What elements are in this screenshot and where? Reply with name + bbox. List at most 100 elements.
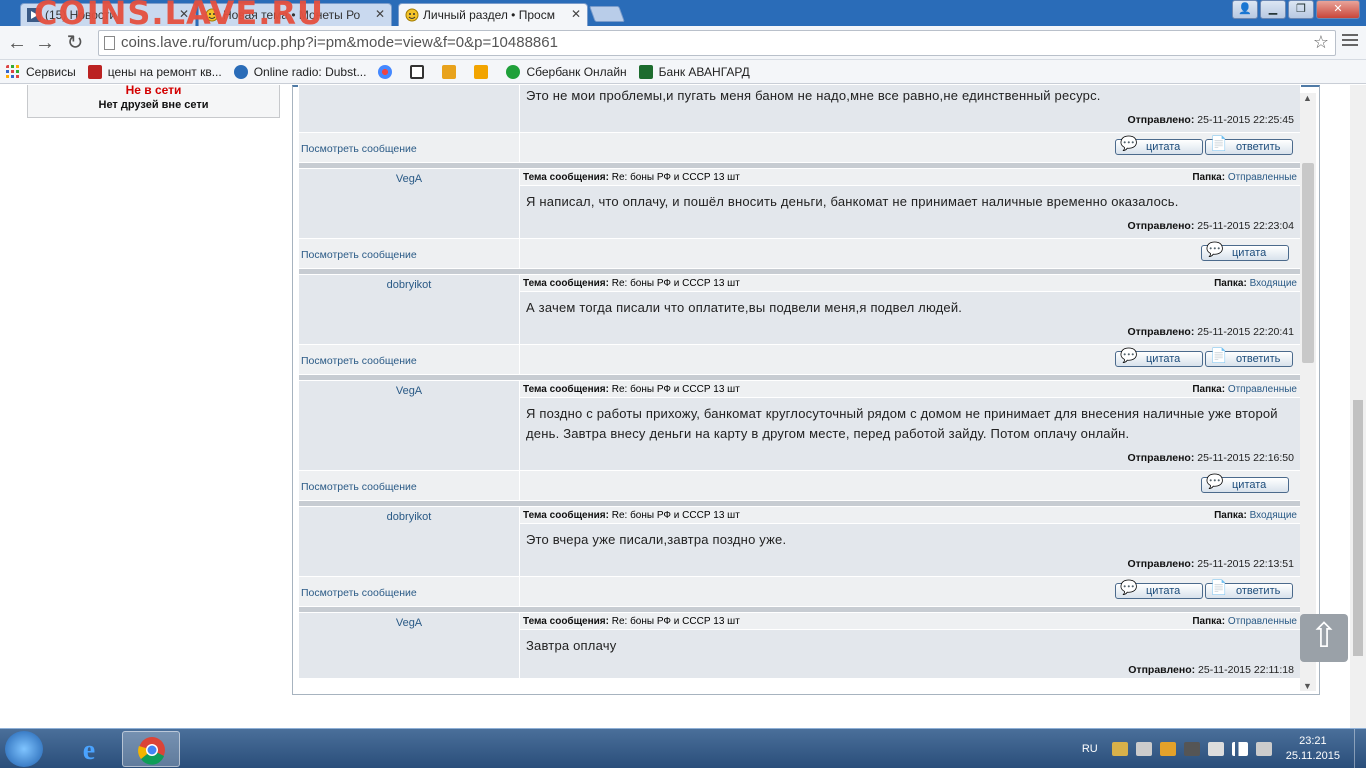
message-author-cell: dobryikot xyxy=(298,274,520,345)
show-desktop-button[interactable] xyxy=(1354,729,1366,769)
document-icon: 📄 xyxy=(1210,135,1228,151)
bookmark-star-icon[interactable]: ☆ xyxy=(1313,32,1329,53)
folder-link[interactable]: Отправленные xyxy=(1228,172,1297,183)
folder-link[interactable]: Отправленные xyxy=(1228,616,1297,627)
bookmarks-bar: Сервисы цены на ремонт кв... Online radi… xyxy=(0,60,1366,84)
user-icon[interactable]: 👤 xyxy=(1232,0,1258,19)
message-footer-row: Посмотреть сообщение 💬 цитата 📄 ответить xyxy=(298,344,1301,375)
minimize-button[interactable]: ▁ xyxy=(1260,0,1286,19)
view-message-link[interactable]: Посмотреть сообщение xyxy=(301,355,417,367)
author-link[interactable]: VegA xyxy=(396,617,422,629)
subject-label: Тема сообщения: xyxy=(523,172,609,183)
bookmark-online-radio[interactable]: Online radio: Dubst... xyxy=(233,64,366,79)
author-link[interactable]: dobryikot xyxy=(387,279,432,291)
close-icon[interactable]: ✕ xyxy=(571,7,581,21)
folder-link[interactable]: Входящие xyxy=(1250,278,1297,289)
view-message-link[interactable]: Посмотреть сообщение xyxy=(301,249,417,261)
sent-line: Отправлено: 25-11-2015 22:16:50 xyxy=(520,444,1300,470)
scroll-to-top-button[interactable]: ⇧ xyxy=(1300,614,1348,662)
quote-button[interactable]: 💬 цитата xyxy=(1201,242,1289,261)
scroll-thumb[interactable] xyxy=(1353,400,1363,656)
author-link[interactable]: VegA xyxy=(396,385,422,397)
author-link[interactable]: dobryikot xyxy=(387,511,432,523)
message-footer-right: 💬 цитата xyxy=(519,238,1301,269)
subject-value: Re: боны РФ и СССР 13 шт xyxy=(611,278,740,289)
reply-button[interactable]: 📄 ответить xyxy=(1205,580,1293,599)
page-icon xyxy=(87,64,102,79)
quote-button[interactable]: 💬 цитата xyxy=(1201,474,1289,493)
sent-label: Отправлено: xyxy=(1127,326,1195,338)
ie-icon[interactable]: e xyxy=(60,731,118,767)
reply-button[interactable]: 📄 ответить xyxy=(1205,348,1293,367)
bookmark-dots[interactable] xyxy=(378,64,398,79)
folder-link[interactable]: Отправленные xyxy=(1228,384,1297,395)
tray-display-icon[interactable] xyxy=(1135,742,1152,756)
bookmark-mail[interactable] xyxy=(410,64,430,79)
volume-icon[interactable] xyxy=(1255,742,1272,756)
message-row: dobryikot Тема сообщения: Re: боны РФ и С… xyxy=(298,506,1301,577)
sent-label: Отправлено: xyxy=(1127,452,1195,464)
friends-panel: Не в сети Нет друзей вне сети xyxy=(27,85,280,118)
tray-app-icon[interactable] xyxy=(1111,742,1128,756)
message-row: dobryikot Тема сообщения: Re: боны РФ и С… xyxy=(298,274,1301,345)
signal-icon[interactable] xyxy=(1231,742,1248,756)
bookmark-avangard[interactable]: Банк АВАНГАРД xyxy=(638,64,750,79)
close-window-button[interactable]: ✕ xyxy=(1316,0,1360,19)
bookmark-services[interactable]: Сервисы xyxy=(6,64,76,79)
bookmark-repair-prices[interactable]: цены на ремонт кв... xyxy=(87,64,222,79)
page-scrollbar[interactable] xyxy=(1350,85,1366,728)
message-history-panel: Это не мои проблемы,и пугать меня баном … xyxy=(292,85,1320,695)
folder-link[interactable]: Входящие xyxy=(1250,510,1297,521)
forward-arrow-icon[interactable]: → xyxy=(32,30,58,56)
new-tab-button[interactable] xyxy=(589,6,625,22)
tray-device-icon[interactable] xyxy=(1207,742,1224,756)
svg-text:e: e xyxy=(83,735,95,766)
subject-label: Тема сообщения: xyxy=(523,278,609,289)
folder-label: Папка: xyxy=(1214,510,1247,521)
window-controls: 👤 ▁ ❐ ✕ xyxy=(1232,0,1360,19)
scroll-down-icon[interactable]: ▼ xyxy=(1303,681,1312,691)
message-footer-left: Посмотреть сообщение xyxy=(298,238,520,269)
bookmark-sberbank[interactable]: Сбербанк Онлайн xyxy=(506,64,627,79)
tray-flag-icon[interactable] xyxy=(1183,742,1200,756)
panel-scrollbar[interactable]: ▲ ▼ xyxy=(1300,93,1316,691)
bookmark-tv[interactable] xyxy=(442,64,462,79)
scroll-thumb[interactable] xyxy=(1302,163,1314,363)
language-indicator[interactable]: RU xyxy=(1082,743,1098,755)
message-footer-row: Посмотреть сообщение 💬 цитата xyxy=(298,470,1301,501)
author-link[interactable]: VegA xyxy=(396,173,422,185)
start-button[interactable] xyxy=(5,731,43,767)
tab-personal-section[interactable]: Личный раздел • Просм ✕ xyxy=(398,3,588,26)
subject-line: Тема сообщения: Re: боны РФ и СССР 13 шт… xyxy=(520,169,1300,186)
message-body-cell: Тема сообщения: Re: боны РФ и СССР 13 шт… xyxy=(519,612,1301,679)
quote-button[interactable]: 💬 цитата xyxy=(1115,348,1203,367)
windows-taskbar: e RU 23:21 25.11.2015 xyxy=(0,728,1366,769)
clock[interactable]: 23:21 25.11.2015 xyxy=(1286,734,1340,764)
message-body-cell: Тема сообщения: Re: боны РФ и СССР 13 шт… xyxy=(519,380,1301,471)
back-arrow-icon[interactable]: ← xyxy=(4,30,30,56)
sent-label: Отправлено: xyxy=(1127,558,1195,570)
message-footer-left: Посмотреть сообщение xyxy=(298,576,520,607)
view-message-link[interactable]: Посмотреть сообщение xyxy=(301,481,417,493)
subject-label: Тема сообщения: xyxy=(523,616,609,627)
bookmark-ctc[interactable] xyxy=(474,64,494,79)
reload-icon[interactable]: ↻ xyxy=(62,30,88,56)
close-icon[interactable]: ✕ xyxy=(375,7,385,21)
subject-value: Re: боны РФ и СССР 13 шт xyxy=(611,510,740,521)
quote-button[interactable]: 💬 цитата xyxy=(1115,136,1203,155)
menu-icon[interactable] xyxy=(1342,34,1358,48)
tray-update-icon[interactable] xyxy=(1159,742,1176,756)
view-message-link[interactable]: Посмотреть сообщение xyxy=(301,587,417,599)
restore-button[interactable]: ❐ xyxy=(1288,0,1314,19)
quote-button[interactable]: 💬 цитата xyxy=(1115,580,1203,599)
sent-line: Отправлено: 25-11-2015 22:13:51 xyxy=(520,550,1300,576)
chrome-icon[interactable] xyxy=(122,731,180,767)
scroll-up-icon[interactable]: ▲ xyxy=(1303,93,1312,103)
reply-button[interactable]: 📄 ответить xyxy=(1205,135,1293,155)
bookmark-label: Сбербанк Онлайн xyxy=(526,64,627,79)
message-body-cell: Тема сообщения: Re: боны РФ и СССР 13 шт… xyxy=(519,168,1301,239)
url-text: coins.lave.ru/forum/ucp.php?i=pm&mode=vi… xyxy=(121,34,558,51)
message-footer-left: Посмотреть сообщение xyxy=(298,132,520,163)
view-message-link[interactable]: Посмотреть сообщение xyxy=(301,143,417,155)
address-bar[interactable]: coins.lave.ru/forum/ucp.php?i=pm&mode=vi… xyxy=(98,30,1336,56)
